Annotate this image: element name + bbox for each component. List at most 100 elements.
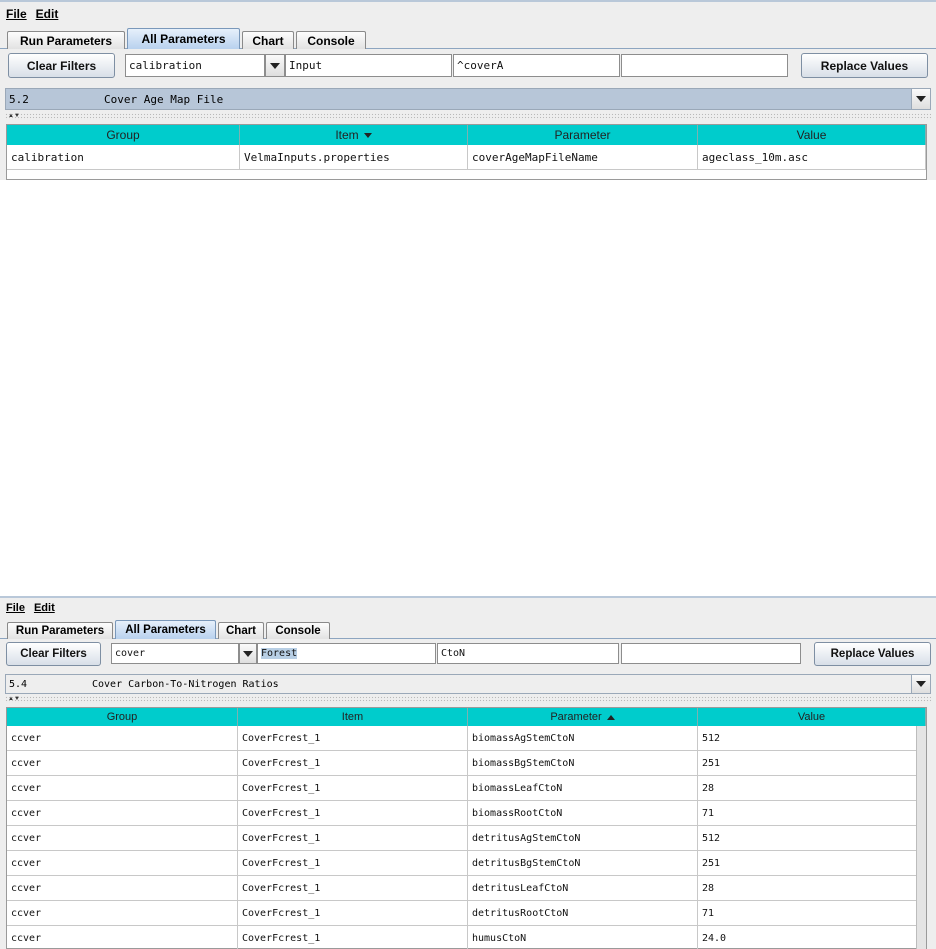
menu-file[interactable]: File xyxy=(6,7,27,21)
cell-value[interactable]: 71 xyxy=(698,801,926,825)
column-header-parameter[interactable]: Parameter xyxy=(468,708,698,726)
cell-value[interactable]: 512 xyxy=(698,826,926,850)
cell-parameter[interactable]: detritusLeafCtoN xyxy=(468,876,698,900)
cell-value[interactable]: ageclass_10m.asc xyxy=(698,145,926,169)
table-row[interactable]: ccver CoverFcrest_1 humusCtoN 24.0 xyxy=(7,926,926,949)
item-filter-input[interactable]: Input xyxy=(285,54,452,77)
table-header: Group Item Parameter Value xyxy=(7,125,926,145)
group-filter-combo[interactable]: cover xyxy=(111,643,239,664)
group-filter-combo[interactable]: calibration xyxy=(125,54,265,77)
cell-value[interactable]: 28 xyxy=(698,776,926,800)
tab-chart[interactable]: Chart xyxy=(242,31,294,49)
cell-parameter[interactable]: detritusBgStemCtoN xyxy=(468,851,698,875)
cell-value[interactable]: 71 xyxy=(698,901,926,925)
group-filter-dropdown-button[interactable] xyxy=(239,643,257,664)
vertical-scrollbar[interactable] xyxy=(916,726,926,949)
cell-group[interactable]: ccver xyxy=(7,926,238,949)
description-text: Cover Carbon-To-Nitrogen Ratios xyxy=(92,678,279,690)
cell-parameter[interactable]: biomassLeafCtoN xyxy=(468,776,698,800)
group-filter-dropdown-button[interactable] xyxy=(265,54,285,77)
tab-console[interactable]: Console xyxy=(296,31,366,49)
cell-item[interactable]: CoverFcrest_1 xyxy=(238,851,468,875)
split-arrows-icon[interactable]: ▲▼ xyxy=(8,696,20,703)
column-header-item[interactable]: Item xyxy=(240,125,468,145)
column-header-parameter[interactable]: Parameter xyxy=(468,125,698,145)
cell-group[interactable]: ccver xyxy=(7,826,238,850)
parameter-filter-input[interactable]: CtoN xyxy=(437,643,619,664)
cell-parameter[interactable]: humusCtoN xyxy=(468,926,698,949)
clear-filters-button[interactable]: Clear Filters xyxy=(8,53,115,78)
tab-run-parameters[interactable]: Run Parameters xyxy=(7,31,125,49)
cell-value[interactable]: 251 xyxy=(698,751,926,775)
tab-run-parameters[interactable]: Run Parameters xyxy=(7,622,113,639)
parameter-filter-input[interactable]: ^coverA xyxy=(453,54,620,77)
cell-group[interactable]: ccver xyxy=(7,776,238,800)
cell-item[interactable]: CoverFcrest_1 xyxy=(238,826,468,850)
parameter-description-bar[interactable]: 5.4 Cover Carbon-To-Nitrogen Ratios xyxy=(5,674,931,694)
table-row[interactable]: ccver CoverFcrest_1 detritusAgStemCtoN 512 xyxy=(7,826,926,851)
tab-all-parameters[interactable]: All Parameters xyxy=(115,620,216,639)
value-filter-input[interactable] xyxy=(621,54,788,77)
table-row[interactable]: ccver CoverFcrest_1 biomassAgStemCtoN 512 xyxy=(7,726,926,751)
column-header-group[interactable]: Group xyxy=(7,125,240,145)
menu-edit[interactable]: Edit xyxy=(34,602,55,614)
replace-values-button[interactable]: Replace Values xyxy=(814,642,931,666)
item-filter-input[interactable]: Forest xyxy=(257,643,436,664)
cell-item[interactable]: CoverFcrest_1 xyxy=(238,801,468,825)
tab-chart[interactable]: Chart xyxy=(218,622,264,639)
cell-item[interactable]: CoverFcrest_1 xyxy=(238,876,468,900)
table-row[interactable]: ccver CoverFcrest_1 detritusBgStemCtoN 251 xyxy=(7,851,926,876)
cell-value[interactable]: 512 xyxy=(698,726,926,750)
cell-group[interactable]: ccver xyxy=(7,801,238,825)
cell-value[interactable]: 24.0 xyxy=(698,926,926,949)
menu-file[interactable]: File xyxy=(6,602,25,614)
table-row[interactable]: ccver CoverFcrest_1 detritusRootCtoN 71 xyxy=(7,901,926,926)
table-row[interactable]: ccver CoverFcrest_1 biomassLeafCtoN 28 xyxy=(7,776,926,801)
cell-item[interactable]: VelmaInputs.properties xyxy=(240,145,468,169)
cell-group[interactable]: calibration xyxy=(7,145,240,169)
cell-item[interactable]: CoverFcrest_1 xyxy=(238,751,468,775)
cell-group[interactable]: ccver xyxy=(7,726,238,750)
cell-item[interactable]: CoverFcrest_1 xyxy=(238,776,468,800)
cell-parameter[interactable]: detritusAgStemCtoN xyxy=(468,826,698,850)
cell-parameter[interactable]: biomassBgStemCtoN xyxy=(468,751,698,775)
cell-parameter[interactable]: detritusRootCtoN xyxy=(468,901,698,925)
cell-parameter[interactable]: coverAgeMapFileName xyxy=(468,145,698,169)
split-arrows-icon[interactable]: ▲▼ xyxy=(8,113,20,120)
cell-item[interactable]: CoverFcrest_1 xyxy=(238,901,468,925)
selected-text: Forest xyxy=(261,648,298,659)
cell-group[interactable]: ccver xyxy=(7,751,238,775)
table-row[interactable]: ccver CoverFcrest_1 detritusLeafCtoN 28 xyxy=(7,876,926,901)
cell-group[interactable]: ccver xyxy=(7,901,238,925)
description-dropdown-button[interactable] xyxy=(911,675,930,693)
sort-ascending-icon xyxy=(606,714,615,720)
column-header-item[interactable]: Item xyxy=(238,708,468,726)
tab-console[interactable]: Console xyxy=(266,622,330,639)
cell-group[interactable]: ccver xyxy=(7,876,238,900)
cell-item[interactable]: CoverFcrest_1 xyxy=(238,726,468,750)
table-row[interactable]: ccver CoverFcrest_1 biomassBgStemCtoN 251 xyxy=(7,751,926,776)
cell-parameter[interactable]: biomassAgStemCtoN xyxy=(468,726,698,750)
column-header-value[interactable]: Value xyxy=(698,125,926,145)
column-header-value[interactable]: Value xyxy=(698,708,926,726)
table-row[interactable]: calibration VelmaInputs.properties cover… xyxy=(7,145,926,170)
column-header-group[interactable]: Group xyxy=(7,708,238,726)
menu-edit[interactable]: Edit xyxy=(36,7,59,21)
split-pane-divider[interactable]: ▲▼ xyxy=(5,696,931,703)
cell-value[interactable]: 28 xyxy=(698,876,926,900)
value-filter-input[interactable] xyxy=(621,643,801,664)
table-row[interactable]: ccver CoverFcrest_1 biomassRootCtoN 71 xyxy=(7,801,926,826)
cell-value[interactable]: 251 xyxy=(698,851,926,875)
description-number: 5.2 xyxy=(9,92,29,106)
chevron-down-icon xyxy=(916,96,926,102)
parameter-description-bar[interactable]: 5.2 Cover Age Map File xyxy=(5,88,931,110)
cell-group[interactable]: ccver xyxy=(7,851,238,875)
sort-descending-icon xyxy=(363,132,372,138)
split-pane-divider[interactable]: ▲▼ xyxy=(5,113,931,120)
replace-values-button[interactable]: Replace Values xyxy=(801,53,928,78)
tab-all-parameters[interactable]: All Parameters xyxy=(127,28,240,49)
description-dropdown-button[interactable] xyxy=(911,89,930,109)
clear-filters-button[interactable]: Clear Filters xyxy=(6,642,101,666)
cell-item[interactable]: CoverFcrest_1 xyxy=(238,926,468,949)
cell-parameter[interactable]: biomassRootCtoN xyxy=(468,801,698,825)
